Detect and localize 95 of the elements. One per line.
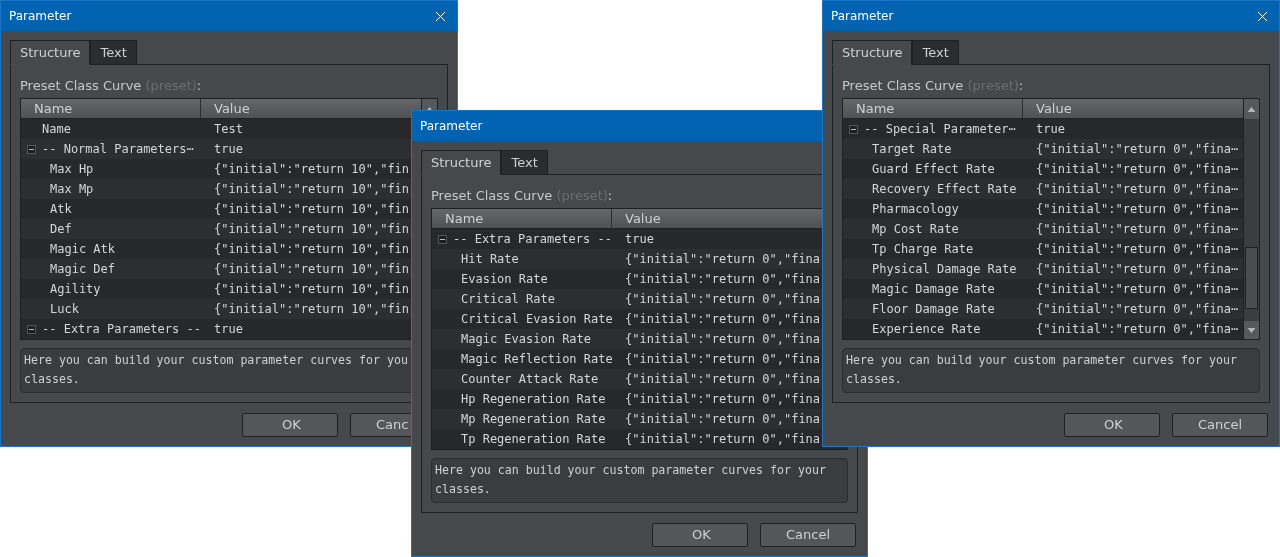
cancel-button[interactable]: Cancel bbox=[760, 523, 856, 547]
column-header-label[interactable]: Value bbox=[201, 99, 421, 118]
parameter-name: Mp Cost Rate bbox=[872, 221, 959, 238]
window-title: Parameter bbox=[420, 118, 483, 135]
parameter-name: Pharmacology bbox=[872, 201, 959, 218]
tab[interactable]: Text bbox=[501, 150, 548, 175]
parameter-name: -- Normal Parameters⋯ bbox=[42, 141, 194, 158]
parameter-value: true bbox=[213, 321, 243, 338]
parameter-value: {"initial":"return 0","fina bbox=[624, 351, 821, 368]
parameter-name: Counter Attack Rate bbox=[461, 371, 599, 388]
parameter-name: Tp Charge Rate bbox=[872, 241, 974, 258]
tab[interactable]: Structure bbox=[10, 40, 91, 65]
description-text: Here you can build your custom parameter curves for your classes. bbox=[842, 348, 1260, 393]
parameter-name: Floor Damage Rate bbox=[872, 301, 995, 318]
parameter-name: Hit Rate bbox=[461, 251, 519, 268]
parameter-value: {"initial":"return 0","fina⋯ bbox=[1035, 261, 1239, 278]
parameter-value: {"initial":"return 0","fina⋯ bbox=[1035, 201, 1239, 218]
parameter-value: Test bbox=[213, 121, 243, 138]
parameter-name: Hp Regeneration Rate bbox=[461, 391, 606, 408]
parameter-name: Recovery Effect Rate bbox=[872, 181, 1017, 198]
parameter-name: Mp Regeneration Rate bbox=[461, 411, 606, 428]
parameter-value: {"initial":"return 0","fina bbox=[624, 331, 821, 348]
parameter-name: Magic Def bbox=[50, 261, 116, 278]
parameter-value: true bbox=[213, 141, 243, 158]
parameter-value: {"initial":"return 0","fina⋯ bbox=[1035, 301, 1239, 318]
column-header-label[interactable]: Name bbox=[843, 99, 1023, 118]
parameter-name: Magic Atk bbox=[50, 241, 116, 258]
window-title: Parameter bbox=[9, 8, 72, 25]
parameter-name: Critical Evasion Rate bbox=[461, 311, 613, 328]
tab[interactable]: Text bbox=[90, 40, 137, 65]
parameter-value: {"initial":"return 10","fin bbox=[213, 241, 410, 258]
column-header-label[interactable]: Value bbox=[1023, 99, 1243, 118]
parameter-name: Experience Rate bbox=[872, 321, 981, 338]
parameter-value: {"initial":"return 0","fina⋯ bbox=[1035, 321, 1239, 338]
collapse-icon[interactable] bbox=[27, 324, 36, 334]
parameter-name: Magic Damage Rate bbox=[872, 281, 995, 298]
parameter-name: Max Mp bbox=[50, 181, 94, 198]
parameter-value: {"initial":"return 0","fina⋯ bbox=[1035, 141, 1239, 158]
parameter-name: Atk bbox=[50, 201, 72, 218]
collapse-icon[interactable] bbox=[27, 144, 36, 154]
parameter-value: {"initial":"return 0","fina⋯ bbox=[1035, 241, 1239, 258]
parameter-name: Critical Rate bbox=[461, 291, 555, 308]
parameter-name: Def bbox=[50, 221, 72, 238]
scrollbar[interactable] bbox=[1243, 99, 1259, 339]
parameter-value: {"initial":"return 0","fina bbox=[624, 251, 821, 268]
ok-button[interactable]: OK bbox=[652, 523, 748, 547]
parameter-value: {"initial":"return 10","fin bbox=[213, 161, 410, 178]
parameter-value: {"initial":"return 0","fina⋯ bbox=[1035, 161, 1239, 178]
collapse-icon[interactable] bbox=[438, 234, 447, 244]
parameter-value: {"initial":"return 0","fina bbox=[624, 271, 821, 288]
scroll-down-icon[interactable] bbox=[1244, 321, 1259, 339]
parameter-value: true bbox=[624, 231, 654, 248]
parameter-name: Name bbox=[42, 121, 71, 138]
description-text: Here you can build your custom parameter curves for your classes. bbox=[431, 458, 848, 503]
parameter-name: Luck bbox=[50, 301, 79, 318]
tab[interactable]: Structure bbox=[421, 150, 502, 175]
parameter-name: Guard Effect Rate bbox=[872, 161, 995, 178]
parameter-name: -- Extra Parameters -- bbox=[453, 231, 612, 248]
parameter-name: Tp Regeneration Rate bbox=[461, 431, 606, 448]
parameter-value: {"initial":"return 10","fin bbox=[213, 181, 410, 198]
scroll-thumb[interactable] bbox=[1245, 247, 1258, 309]
parameter-value: {"initial":"return 0","fina bbox=[624, 391, 821, 408]
parameter-name: Agility bbox=[50, 281, 101, 298]
parameter-value: {"initial":"return 0","fina⋯ bbox=[1035, 181, 1239, 198]
cancel-button[interactable]: Cancel bbox=[1172, 413, 1268, 437]
parameter-value: {"initial":"return 0","fina bbox=[624, 311, 821, 328]
ok-button[interactable]: OK bbox=[242, 413, 338, 437]
ok-button[interactable]: OK bbox=[1064, 413, 1160, 437]
column-header-label[interactable]: Name bbox=[21, 99, 201, 118]
parameter-value: {"initial":"return 0","fina bbox=[624, 371, 821, 388]
parameter-name: Physical Damage Rate bbox=[872, 261, 1017, 278]
parameter-value: {"initial":"return 0","fina⋯ bbox=[1035, 221, 1239, 238]
parameter-name: Magic Evasion Rate bbox=[461, 331, 592, 348]
collapse-icon[interactable] bbox=[849, 124, 858, 134]
parameter-name: -- Special Parameter⋯ bbox=[864, 121, 1016, 138]
parameter-value: {"initial":"return 10","fin bbox=[213, 281, 410, 298]
scroll-up-icon[interactable] bbox=[1244, 99, 1259, 119]
parameter-value: {"initial":"return 0","fina bbox=[624, 431, 821, 448]
parameter-value: true bbox=[1035, 121, 1065, 138]
window-title: Parameter bbox=[831, 8, 894, 25]
parameter-value: {"initial":"return 10","fin bbox=[213, 301, 410, 318]
parameter-name: Max Hp bbox=[50, 161, 94, 178]
tab[interactable]: Structure bbox=[832, 40, 913, 65]
parameter-value: {"initial":"return 10","fin bbox=[213, 261, 410, 278]
parameter-name: -- Extra Parameters -- bbox=[42, 321, 201, 338]
parameter-value: {"initial":"return 0","fina⋯ bbox=[1035, 281, 1239, 298]
tab[interactable]: Text bbox=[912, 40, 959, 65]
parameter-name: Evasion Rate bbox=[461, 271, 548, 288]
parameter-value: {"initial":"return 10","fin bbox=[213, 201, 410, 218]
parameter-value: {"initial":"return 0","fina bbox=[624, 411, 821, 428]
parameter-value: {"initial":"return 10","fin bbox=[213, 221, 410, 238]
parameter-name: Target Rate bbox=[872, 141, 952, 158]
parameter-name: Magic Reflection Rate bbox=[461, 351, 613, 368]
parameter-value: {"initial":"return 0","fina bbox=[624, 291, 821, 308]
column-header-label[interactable]: Name bbox=[432, 209, 612, 228]
